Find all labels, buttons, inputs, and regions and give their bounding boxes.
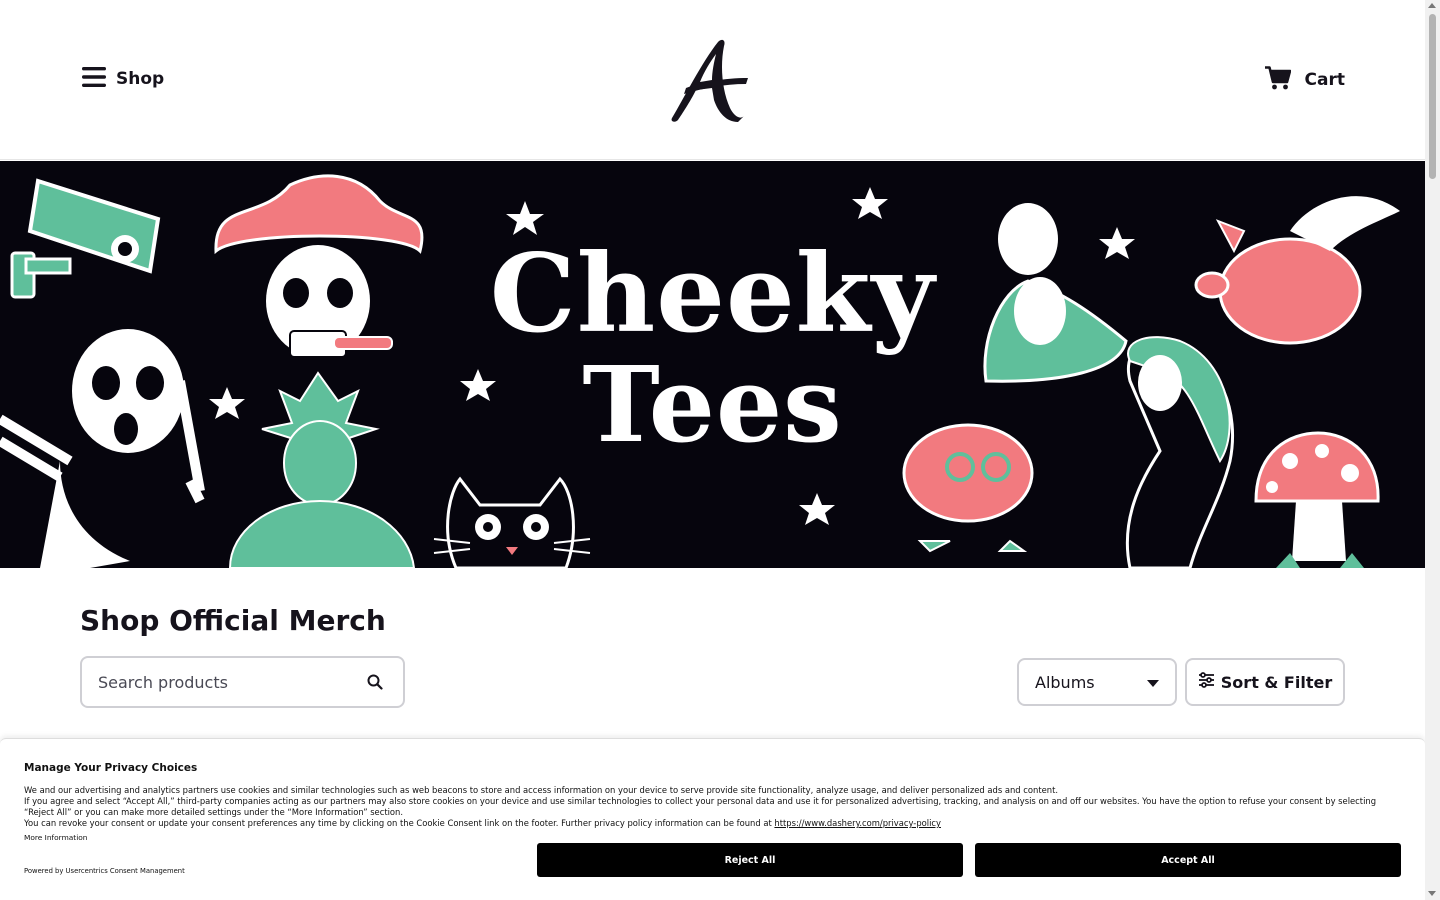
sort-filter-button[interactable]: Sort & Filter <box>1185 658 1345 706</box>
cat-illustration <box>433 476 591 568</box>
scroll-down-icon[interactable] <box>1428 891 1436 896</box>
cart-button[interactable]: Cart <box>1264 66 1345 94</box>
consent-text: We and our advertising and analytics par… <box>24 785 1404 829</box>
chevron-down-icon <box>1147 680 1159 687</box>
page-title: Shop Official Merch <box>80 604 386 637</box>
sort-filter-label: Sort & Filter <box>1220 672 1333 692</box>
cart-label: Cart <box>1304 70 1345 90</box>
site-header: Shop Cart <box>0 0 1425 160</box>
consent-paragraph-3-text: You can revoke your consent or update yo… <box>24 818 772 828</box>
category-select[interactable]: Albums <box>1017 658 1177 706</box>
privacy-policy-link[interactable]: https://www.dashery.com/privacy-policy <box>774 818 941 828</box>
category-select-value: Albums <box>1035 672 1095 692</box>
accept-all-button[interactable]: Accept All <box>975 843 1401 877</box>
page-scrollbar[interactable] <box>1425 0 1440 900</box>
sliders-icon <box>1198 672 1215 692</box>
banner-title-line1: Cheeky <box>489 231 936 357</box>
hero-banner: Cheeky Tees <box>0 161 1425 568</box>
consent-paragraph-1: We and our advertising and analytics par… <box>24 785 1059 795</box>
cookie-consent-banner: Manage Your Privacy Choices We and our a… <box>0 738 1425 900</box>
consent-paragraph-3: You can revoke your consent or update yo… <box>24 818 1404 829</box>
hamburger-icon <box>82 66 106 92</box>
shop-menu-button[interactable]: Shop <box>82 66 164 92</box>
search-input[interactable] <box>98 672 348 692</box>
powered-by-text: Powered by Usercentrics Consent Manageme… <box>24 867 185 875</box>
brand-logo[interactable] <box>668 38 750 123</box>
cart-icon <box>1264 66 1291 94</box>
search-icon[interactable] <box>367 674 383 694</box>
scroll-up-icon[interactable] <box>1428 3 1436 8</box>
shop-menu-label: Shop <box>116 69 165 89</box>
scrollbar-thumb[interactable] <box>1429 14 1436 179</box>
reject-all-button[interactable]: Reject All <box>537 843 963 877</box>
banner-title-line2: Tees <box>582 343 843 466</box>
consent-title: Manage Your Privacy Choices <box>24 762 198 774</box>
more-information-link[interactable]: More Information <box>24 833 87 842</box>
search-box <box>80 656 405 708</box>
consent-paragraph-2: If you agree and select “Accept All,” th… <box>24 796 1377 817</box>
